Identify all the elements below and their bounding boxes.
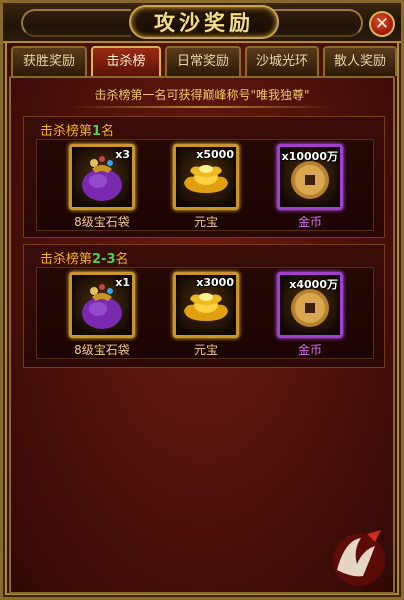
section-rank: 1 [92, 124, 102, 139]
tab-kill-ranking[interactable]: 击杀榜 [91, 46, 161, 76]
section-title-prefix: 击杀榜第 [40, 124, 93, 139]
reward-window: 攻沙奖励 ✕ 获胜奖励 击杀榜 日常奖励 沙城光环 散人奖励 击杀榜第一名可获得… [0, 0, 404, 600]
title-plate: 攻沙奖励 [129, 5, 279, 39]
item-quantity: x3 [115, 148, 130, 161]
close-icon: ✕ [374, 14, 390, 34]
reward-slot-gold-ingot[interactable]: x3000 [173, 272, 239, 338]
item-name: 8级宝石袋 [74, 343, 130, 357]
item-quantity: x3000 [196, 276, 234, 289]
window-title: 攻沙奖励 [154, 11, 254, 35]
tab-castle-aura[interactable]: 沙城光环 [245, 46, 319, 76]
hint-divider [71, 106, 333, 108]
reward-slot-gem-bag[interactable]: x3 [69, 144, 135, 210]
reward-slot-gem-bag[interactable]: x1 [69, 272, 135, 338]
reward-slot-gold-ingot[interactable]: x5000 [173, 144, 239, 210]
game-logo [333, 530, 385, 586]
title-ornament-left [21, 9, 131, 37]
section-title: 击杀榜第1名 [40, 120, 114, 139]
section-title: 击杀榜第2-3名 [40, 248, 129, 267]
reward-section-rank-1: 击杀榜第1名 x3 x5000 x10000万 8级宝石袋 元宝 金币 [23, 116, 385, 238]
section-title-prefix: 击杀榜第 [40, 252, 93, 267]
tab-daily-reward[interactable]: 日常奖励 [165, 46, 241, 76]
title-bar: 攻沙奖励 ✕ [3, 3, 401, 43]
tab-bar: 获胜奖励 击杀榜 日常奖励 沙城光环 散人奖励 [11, 46, 397, 76]
ranking-hint: 击杀榜第一名可获得巅峰称号"唯我独尊" [94, 88, 310, 102]
item-name: 元宝 [193, 215, 218, 229]
item-name: 金币 [297, 343, 322, 357]
item-quantity: x4000万 [289, 278, 338, 291]
item-quantity: x1 [115, 276, 130, 289]
reward-section-rank-2-3: 击杀榜第2-3名 x1 x3000 x4000万 8级宝石袋 元宝 金币 [23, 244, 385, 368]
reward-items: x1 x3000 x4000万 8级宝石袋 元宝 金币 [36, 267, 374, 359]
reward-items: x3 x5000 x10000万 8级宝石袋 元宝 金币 [36, 139, 374, 231]
item-name: 金币 [297, 215, 322, 229]
reward-slot-gold-coin[interactable]: x4000万 [277, 272, 343, 338]
item-quantity: x5000 [196, 148, 234, 161]
section-title-suffix: 名 [101, 124, 115, 139]
item-name: 元宝 [193, 343, 218, 357]
tab-solo-reward[interactable]: 散人奖励 [323, 46, 397, 76]
item-quantity: x10000万 [281, 150, 338, 163]
reward-slot-gold-coin[interactable]: x10000万 [277, 144, 343, 210]
item-name: 8级宝石袋 [74, 215, 130, 229]
tab-content: 击杀榜第一名可获得巅峰称号"唯我独尊" 击杀榜第1名 x3 x5000 x100… [9, 76, 395, 594]
section-title-suffix: 名 [115, 252, 129, 267]
tab-victory-reward[interactable]: 获胜奖励 [11, 46, 87, 76]
section-rank: 2-3 [92, 252, 116, 267]
close-button[interactable]: ✕ [369, 11, 395, 37]
